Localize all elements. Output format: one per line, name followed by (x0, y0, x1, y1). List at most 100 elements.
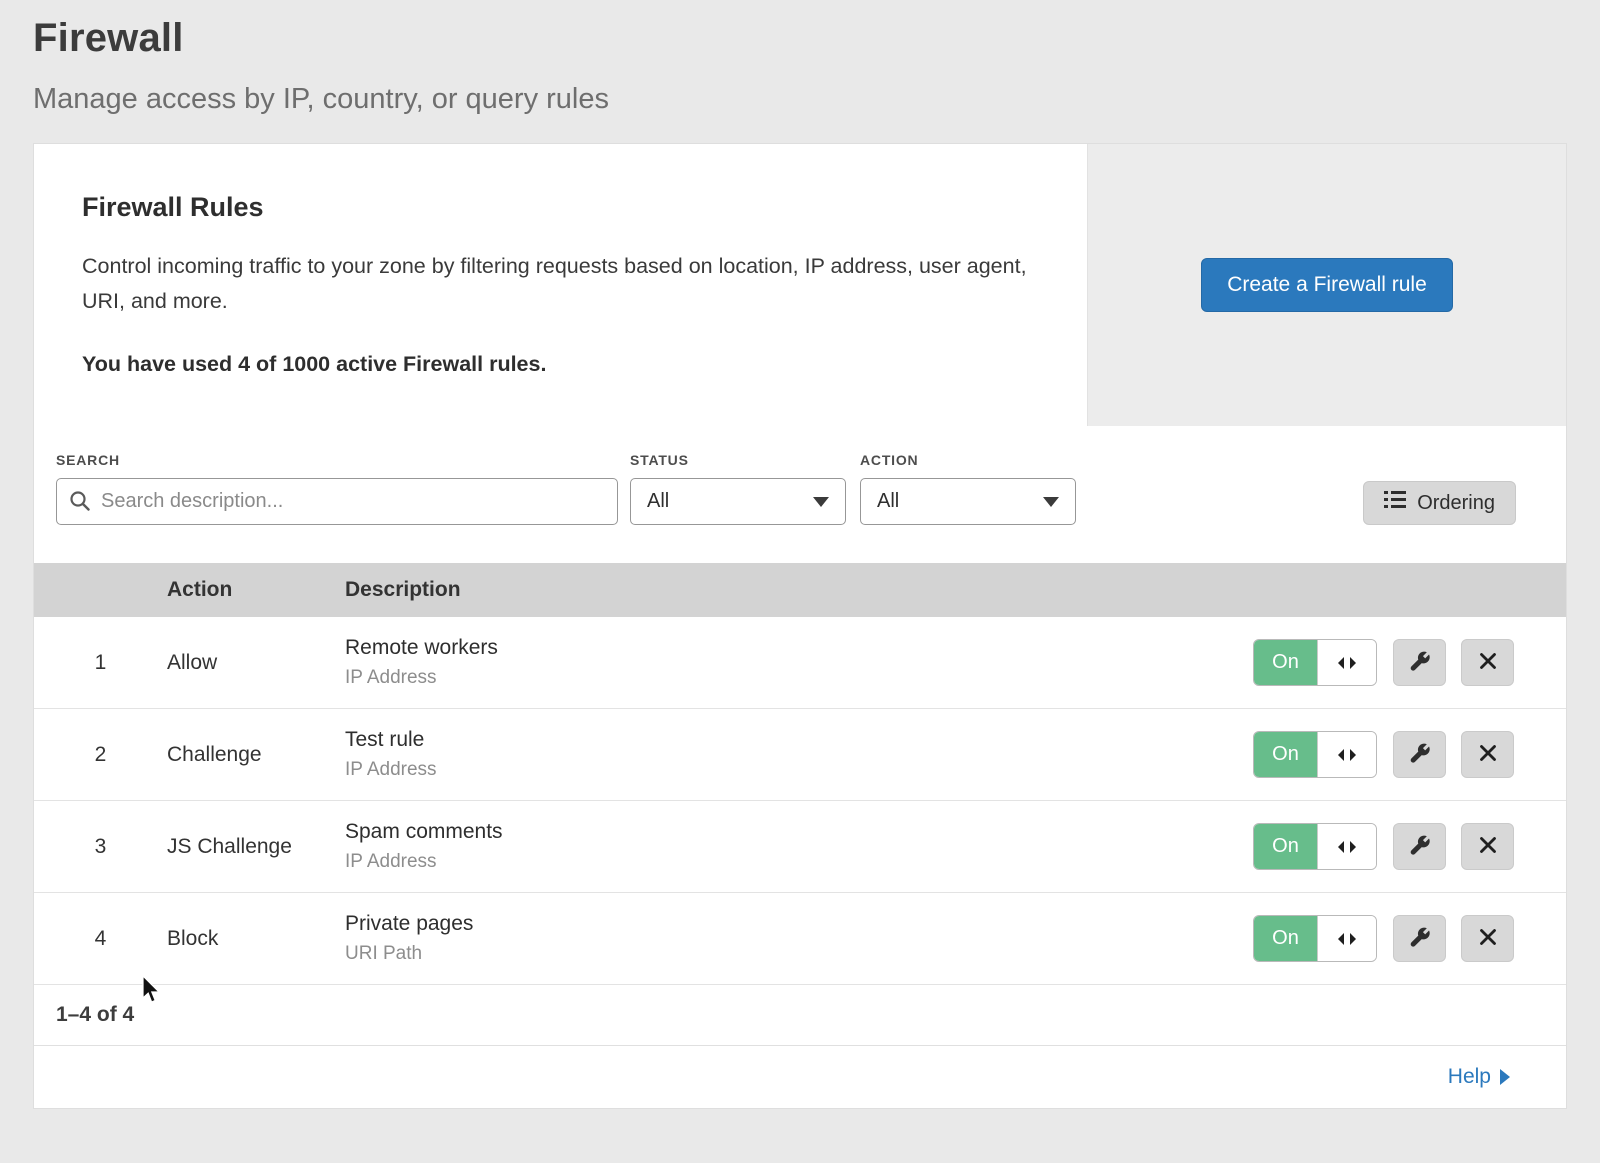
table-row: 2 Challenge Test rule IP Address On (34, 709, 1566, 801)
rule-number: 2 (34, 743, 167, 767)
rule-number: 4 (34, 927, 167, 951)
rule-description-cell: Remote workers IP Address (345, 636, 1253, 689)
status-select-value: All (647, 490, 669, 513)
search-input[interactable] (56, 478, 618, 525)
rule-toggle-on-button[interactable]: On (1254, 824, 1317, 869)
card-intro: Firewall Rules Control incoming traffic … (34, 144, 1088, 426)
edit-rule-button[interactable] (1393, 823, 1446, 870)
rule-description: Remote workers (345, 636, 1253, 660)
left-right-arrows-icon (1337, 931, 1357, 947)
card-description: Control incoming traffic to your zone by… (82, 249, 1032, 320)
close-icon (1478, 835, 1498, 858)
status-select[interactable]: All (630, 478, 846, 525)
delete-rule-button[interactable] (1461, 915, 1514, 962)
rule-toggle: On (1253, 823, 1377, 870)
rule-match-field: IP Address (345, 759, 1253, 781)
edit-rule-button[interactable] (1393, 915, 1446, 962)
rule-description: Test rule (345, 728, 1253, 752)
close-icon (1478, 743, 1498, 766)
delete-rule-button[interactable] (1461, 639, 1514, 686)
wrench-icon (1409, 926, 1431, 951)
rule-toggle-switch[interactable] (1317, 824, 1376, 869)
action-label: ACTION (860, 452, 1076, 468)
rule-toggle-switch[interactable] (1317, 732, 1376, 777)
rule-match-field: URI Path (345, 943, 1253, 965)
rule-controls: On (1253, 823, 1566, 870)
firewall-rules-card: Firewall Rules Control incoming traffic … (33, 143, 1567, 1109)
ordered-list-icon (1384, 490, 1406, 516)
left-right-arrows-icon (1337, 839, 1357, 855)
ordering-button-label: Ordering (1417, 492, 1495, 515)
page-title: Firewall (33, 16, 1600, 61)
rule-controls: On (1253, 915, 1566, 962)
chevron-down-icon (813, 497, 829, 507)
close-icon (1478, 927, 1498, 950)
left-right-arrows-icon (1337, 655, 1357, 671)
page-subtitle: Manage access by IP, country, or query r… (33, 83, 1600, 116)
table-row: 3 JS Challenge Spam comments IP Address … (34, 801, 1566, 893)
rule-toggle: On (1253, 639, 1377, 686)
rule-toggle-on-button[interactable]: On (1254, 640, 1317, 685)
pagination-text: 1–4 of 4 (56, 1003, 134, 1027)
status-label: STATUS (630, 452, 846, 468)
rule-controls: On (1253, 731, 1566, 778)
help-link-label: Help (1448, 1065, 1491, 1089)
rule-description: Private pages (345, 912, 1253, 936)
card-top-section: Firewall Rules Control incoming traffic … (34, 144, 1566, 426)
help-link[interactable]: Help (1448, 1065, 1510, 1089)
rule-toggle-switch[interactable] (1317, 640, 1376, 685)
table-header: Action Description (34, 563, 1566, 617)
card-action-panel: Create a Firewall rule (1088, 144, 1566, 426)
rule-description-cell: Test rule IP Address (345, 728, 1253, 781)
rule-toggle: On (1253, 731, 1377, 778)
search-label: SEARCH (56, 452, 618, 468)
wrench-icon (1409, 650, 1431, 675)
delete-rule-button[interactable] (1461, 731, 1514, 778)
action-select[interactable]: All (860, 478, 1076, 525)
ordering-button[interactable]: Ordering (1363, 481, 1516, 525)
mouse-cursor (142, 976, 164, 1011)
right-triangle-icon (1500, 1069, 1510, 1085)
help-row: Help (34, 1046, 1566, 1108)
card-heading: Firewall Rules (82, 192, 1039, 223)
header-description-column: Description (345, 578, 1566, 602)
page-header: Firewall Manage access by IP, country, o… (0, 0, 1600, 116)
rules-usage-text: You have used 4 of 1000 active Firewall … (82, 352, 1039, 377)
rule-description-cell: Spam comments IP Address (345, 820, 1253, 873)
rule-toggle-switch[interactable] (1317, 916, 1376, 961)
rule-match-field: IP Address (345, 851, 1253, 873)
pagination-row: 1–4 of 4 (34, 985, 1566, 1046)
rule-toggle-on-button[interactable]: On (1254, 732, 1317, 777)
rules-table-body: 1 Allow Remote workers IP Address On (34, 617, 1566, 985)
edit-rule-button[interactable] (1393, 731, 1446, 778)
delete-rule-button[interactable] (1461, 823, 1514, 870)
create-firewall-rule-button[interactable]: Create a Firewall rule (1201, 258, 1453, 312)
table-row: 1 Allow Remote workers IP Address On (34, 617, 1566, 709)
action-group: ACTION All (860, 452, 1076, 525)
table-row: 4 Block Private pages URI Path On (34, 893, 1566, 985)
rule-action: Block (167, 927, 345, 951)
wrench-icon (1409, 834, 1431, 859)
rule-toggle: On (1253, 915, 1377, 962)
close-icon (1478, 651, 1498, 674)
search-icon (69, 490, 91, 512)
rule-action: Allow (167, 651, 345, 675)
rule-number: 1 (34, 651, 167, 675)
rule-match-field: IP Address (345, 667, 1253, 689)
rule-action: JS Challenge (167, 835, 345, 859)
chevron-down-icon (1043, 497, 1059, 507)
rule-description: Spam comments (345, 820, 1253, 844)
rule-toggle-on-button[interactable]: On (1254, 916, 1317, 961)
action-select-value: All (877, 490, 899, 513)
left-right-arrows-icon (1337, 747, 1357, 763)
search-group: SEARCH (56, 452, 618, 525)
edit-rule-button[interactable] (1393, 639, 1446, 686)
rule-description-cell: Private pages URI Path (345, 912, 1253, 965)
wrench-icon (1409, 742, 1431, 767)
rule-controls: On (1253, 639, 1566, 686)
header-action-column: Action (167, 578, 345, 602)
rule-action: Challenge (167, 743, 345, 767)
rule-number: 3 (34, 835, 167, 859)
status-group: STATUS All (630, 452, 846, 525)
filter-bar: SEARCH STATUS All ACTION All (34, 426, 1566, 563)
